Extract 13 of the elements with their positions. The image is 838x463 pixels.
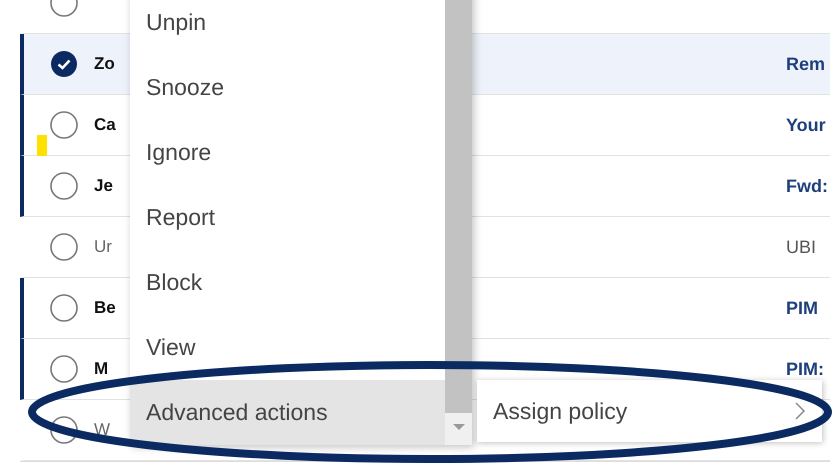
message-subject: PIM — [786, 298, 820, 318]
message-subject: PIM: — [786, 358, 825, 380]
message-subject: Rem — [786, 54, 826, 74]
sender-name: Ca — [94, 115, 117, 135]
message-subject: Fwd: — [786, 176, 829, 196]
sender-name: Be — [94, 298, 117, 318]
message-subject: Your — [786, 114, 827, 136]
sender-name: W — [94, 420, 112, 440]
sender-name: Je — [94, 176, 114, 196]
sender-name: Ur — [94, 237, 113, 257]
sender-name: Zo — [94, 54, 116, 74]
message-subject: UBI — [786, 236, 818, 258]
sender-name: M — [94, 359, 110, 379]
